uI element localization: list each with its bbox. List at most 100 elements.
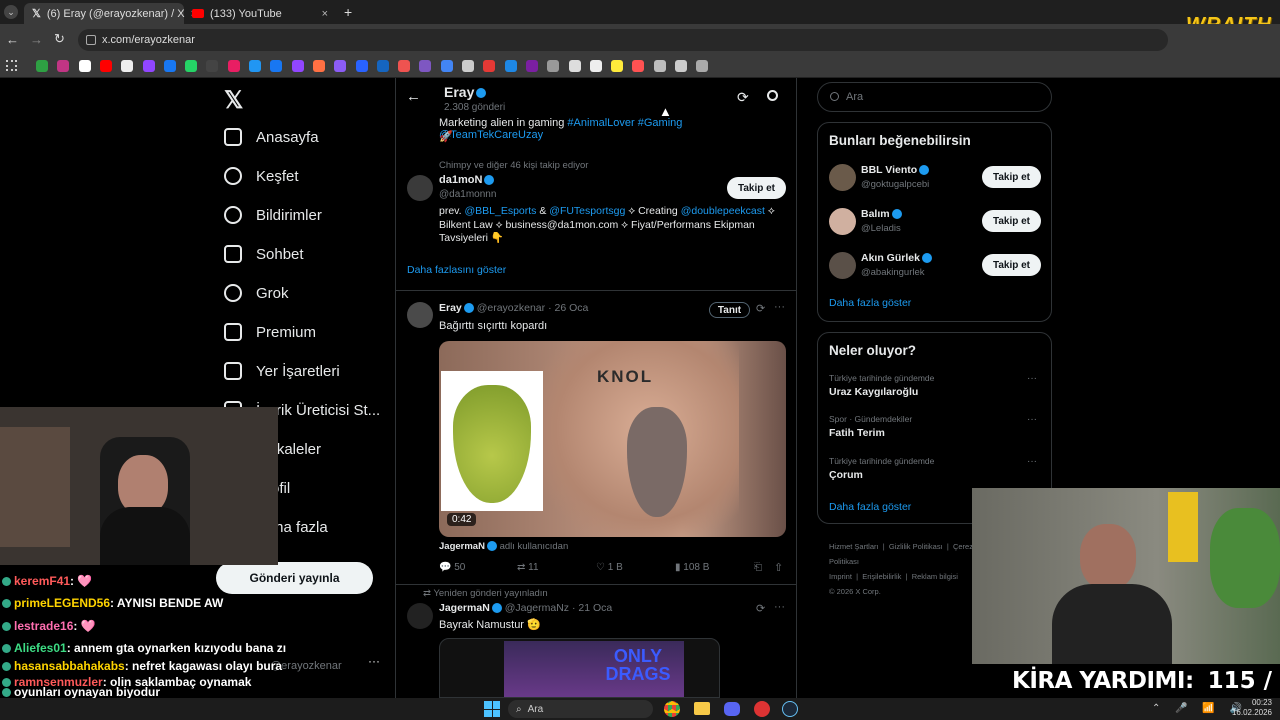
- bookmark-favicon-icon[interactable]: [57, 60, 70, 72]
- bookmark-favicon-icon[interactable]: [227, 60, 240, 72]
- bookmark-favicon-icon[interactable]: [36, 60, 48, 72]
- trend-more-icon[interactable]: ···: [1027, 373, 1037, 384]
- nav-item-bell[interactable]: Bildirimler: [224, 200, 322, 230]
- footer-link[interactable]: Imprint: [829, 572, 852, 581]
- follow-da1mon-button[interactable]: Takip et: [727, 177, 786, 199]
- nav-item-home[interactable]: Anasayfa: [224, 122, 319, 152]
- bookmark-favicon-icon[interactable]: [398, 60, 411, 72]
- bio-link-bbl[interactable]: @BBL_Esports: [464, 205, 536, 217]
- bookmark-favicon-icon[interactable]: [121, 60, 134, 72]
- bookmark-favicon-icon[interactable]: [291, 60, 304, 72]
- bookmark-favicon-icon[interactable]: [696, 60, 709, 72]
- reload-icon[interactable]: ↻: [54, 31, 65, 47]
- bookmark-favicon-icon[interactable]: [99, 60, 112, 72]
- bookmark-favicon-icon[interactable]: [376, 60, 389, 72]
- suggested-avatar[interactable]: [829, 164, 856, 191]
- x-logo[interactable]: 𝕏: [224, 86, 243, 115]
- apps-grid-icon[interactable]: [6, 60, 17, 71]
- nav-item-grok[interactable]: Grok: [224, 278, 289, 308]
- tweet-date[interactable]: · 26 Oca: [548, 302, 588, 314]
- app-taskbar-icon[interactable]: [754, 701, 770, 717]
- promote-button[interactable]: Tanıt: [709, 302, 750, 318]
- bookmark-favicon-icon[interactable]: [675, 60, 687, 72]
- search-input[interactable]: Ara: [817, 82, 1052, 112]
- reply-action[interactable]: 💬 50: [439, 562, 465, 573]
- bookmark-favicon-icon[interactable]: [270, 60, 283, 72]
- bookmark-favicon-icon[interactable]: [249, 60, 261, 72]
- tab-x-profile[interactable]: 𝕏 (6) Eray (@erayozkenar) / X ×: [24, 3, 197, 24]
- follow-button[interactable]: Takip et: [982, 166, 1041, 188]
- trend-name[interactable]: Uraz Kaygılaroğlu: [829, 386, 918, 398]
- who-more-link[interactable]: Daha fazla göster: [829, 297, 911, 309]
- bookmark-favicon-icon[interactable]: [525, 60, 538, 72]
- suggested-name[interactable]: BBL Viento: [861, 164, 930, 176]
- like-action[interactable]: ♡ 1 B: [596, 562, 623, 573]
- bookmark-action-icon[interactable]: ⎗: [754, 562, 762, 573]
- bookmark-favicon-icon[interactable]: [163, 60, 176, 72]
- nav-item-search[interactable]: Keşfet: [224, 161, 299, 191]
- bookmark-favicon-icon[interactable]: [653, 60, 666, 72]
- new-tab-button[interactable]: +: [344, 4, 352, 20]
- follow-button[interactable]: Takip et: [982, 210, 1041, 232]
- tweet-more-icon[interactable]: ···: [774, 301, 785, 313]
- bio-link-fut[interactable]: @FUTesportsgg: [549, 205, 625, 217]
- bookmark-favicon-icon[interactable]: [312, 60, 325, 72]
- tweet-handle[interactable]: @erayozkenar: [477, 302, 545, 314]
- bookmark-favicon-icon[interactable]: [611, 60, 624, 72]
- steam-taskbar-icon[interactable]: [782, 701, 798, 717]
- da1mon-avatar[interactable]: [407, 175, 433, 201]
- discord-taskbar-icon[interactable]: [724, 702, 740, 716]
- chrome-taskbar-icon[interactable]: [664, 701, 680, 717]
- bookmark-favicon-icon[interactable]: [78, 60, 91, 72]
- tab-youtube[interactable]: (133) YouTube ×: [184, 3, 336, 24]
- grok-tweet-icon[interactable]: ⟳: [756, 602, 765, 615]
- footer-link[interactable]: Hizmet Şartları: [829, 542, 879, 551]
- tweet-video[interactable]: KNOL 0:42: [439, 341, 786, 537]
- bookmark-favicon-icon[interactable]: [440, 60, 453, 72]
- attribution-name[interactable]: JagermaN: [439, 541, 485, 552]
- trend-more-icon[interactable]: ···: [1027, 414, 1037, 425]
- bookmark-favicon-icon[interactable]: [355, 60, 368, 72]
- clock[interactable]: 00:23 16.02.2026: [1228, 698, 1272, 718]
- repost-action[interactable]: ⇄ 11: [517, 562, 539, 573]
- tweet-handle[interactable]: @JagermaNz: [505, 602, 569, 614]
- explorer-taskbar-icon[interactable]: [694, 702, 710, 715]
- footer-link[interactable]: Gizlilik Politikası: [889, 542, 943, 551]
- forward-arrow-icon[interactable]: →: [30, 32, 43, 47]
- bookmark-favicon-icon[interactable]: [568, 60, 581, 72]
- da1mon-name[interactable]: da1moN: [439, 174, 495, 186]
- tab-list-chevron-icon[interactable]: ⌄: [4, 5, 18, 19]
- suggested-name[interactable]: Balım: [861, 208, 902, 220]
- show-more-link[interactable]: Daha fazlasını göster: [407, 264, 506, 276]
- bookmark-favicon-icon[interactable]: [504, 60, 517, 72]
- follow-button[interactable]: Takip et: [982, 254, 1041, 276]
- suggested-name[interactable]: Akın Gürlek: [861, 252, 932, 264]
- views-action[interactable]: ▮ 108 B: [675, 562, 709, 573]
- trends-more-link[interactable]: Daha fazla göster: [829, 501, 911, 513]
- trend-more-icon[interactable]: ···: [1027, 456, 1037, 467]
- footer-link[interactable]: Reklam bilgisi: [912, 572, 958, 581]
- bookmark-favicon-icon[interactable]: [206, 60, 219, 72]
- bookmark-favicon-icon[interactable]: [632, 60, 645, 72]
- bio-link-doublepeek[interactable]: @doublepeekcast: [681, 205, 765, 217]
- trend-name[interactable]: Çorum: [829, 469, 863, 481]
- bookmark-favicon-icon[interactable]: [185, 60, 198, 72]
- trend-name[interactable]: Fatih Terim: [829, 427, 885, 439]
- grok-tweet-icon[interactable]: ⟳: [756, 302, 765, 315]
- taskbar-search[interactable]: ⌕ Ara: [508, 700, 653, 718]
- share-action-icon[interactable]: ⇧: [774, 561, 783, 574]
- bookmark-favicon-icon[interactable]: [462, 60, 474, 72]
- eray-avatar[interactable]: [407, 302, 433, 328]
- jagerman-avatar[interactable]: [407, 603, 433, 629]
- tweet-date[interactable]: · 21 Oca: [572, 602, 612, 614]
- nav-item-bookmark[interactable]: Yer İşaretleri: [224, 356, 340, 386]
- tweet-more-icon[interactable]: ···: [774, 601, 785, 613]
- bookmark-favicon-icon[interactable]: [334, 60, 347, 72]
- back-arrow-icon[interactable]: ←: [406, 88, 421, 105]
- tweet-author[interactable]: JagermaN: [439, 602, 490, 614]
- bookmark-favicon-icon[interactable]: [483, 60, 496, 72]
- tweet-image[interactable]: ONLY DRAGS: [439, 638, 720, 698]
- close-tab-icon[interactable]: ×: [322, 8, 328, 20]
- back-arrow-icon[interactable]: ←: [6, 32, 19, 47]
- nav-item-x[interactable]: Premium: [224, 317, 316, 347]
